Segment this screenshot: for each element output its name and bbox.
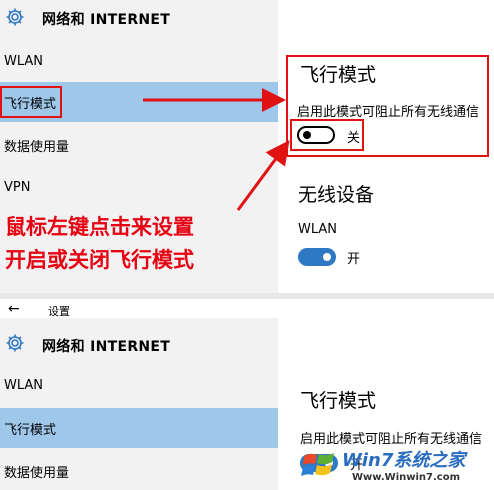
windows-logo-icon: [300, 446, 338, 484]
airplane-mode-description: 启用此模式可阻止所有无线通信: [300, 432, 483, 447]
page-title: 网络和 INTERNET: [42, 339, 171, 355]
sidebar-item-data-usage[interactable]: 数据使用量: [0, 456, 278, 486]
annotation-arrows: [143, 88, 290, 211]
arrow-to-toggle: [236, 140, 290, 211]
gear-icon: [5, 333, 25, 353]
screenshot-divider: [0, 293, 494, 299]
watermark-brand: Win7系统之家: [342, 450, 466, 471]
watermark-url: Www.Winwin7.com: [352, 472, 461, 483]
sidebar-item-wlan[interactable]: WLAN: [0, 370, 278, 400]
airplane-mode-title: 飞行模式: [300, 390, 377, 412]
back-arrow-icon[interactable]: ←: [8, 301, 20, 317]
settings-back-label: 设置: [48, 305, 70, 318]
sidebar-item-airplane-mode[interactable]: 飞行模式: [0, 408, 278, 448]
